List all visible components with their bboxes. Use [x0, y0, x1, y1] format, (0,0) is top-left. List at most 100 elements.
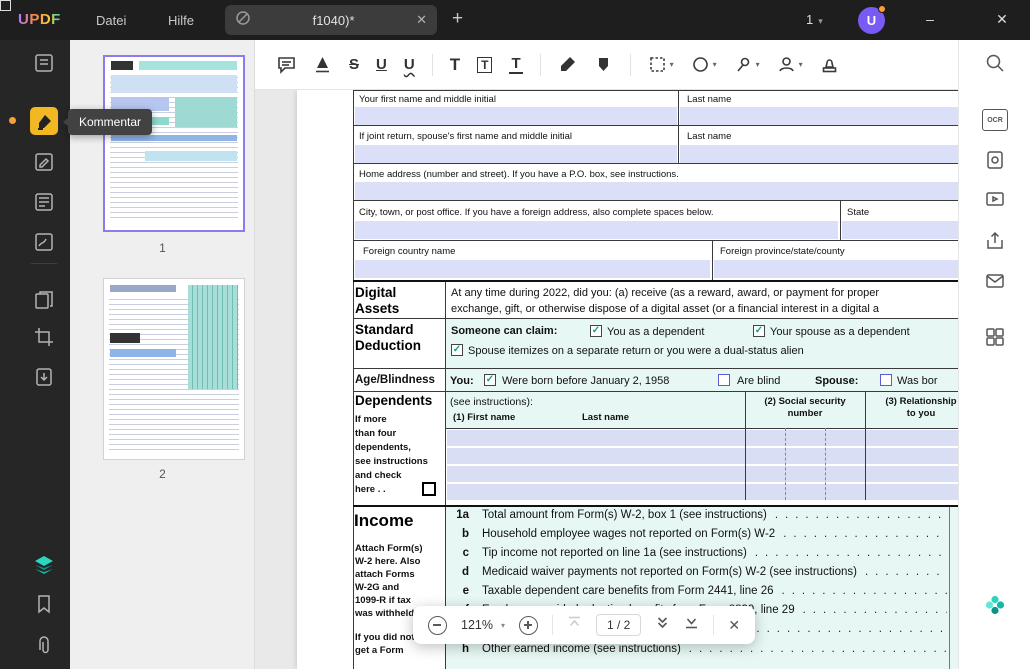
dependent-row-input[interactable]	[447, 430, 958, 446]
new-tab-button[interactable]: +	[452, 8, 463, 30]
home-address-input[interactable]	[355, 182, 958, 200]
typewriter-tool-icon[interactable]: T	[509, 55, 522, 74]
toolbar-divider	[630, 54, 631, 76]
checkbox-spouse-born[interactable]	[880, 374, 892, 386]
strikethrough-icon[interactable]: S	[349, 56, 359, 73]
dot-leader: ........................................…	[689, 643, 947, 655]
line-text: Total amount from Form(s) W-2, box 1 (se…	[482, 509, 767, 521]
last-name-input[interactable]	[680, 107, 958, 125]
scroll-to-bottom-button[interactable]	[684, 615, 699, 635]
checkbox-you-dependent[interactable]: ✓	[590, 325, 602, 337]
squiggly-underline-icon[interactable]: U	[404, 56, 415, 73]
dependent-row-input[interactable]	[447, 466, 958, 482]
zoom-out-button[interactable]	[428, 616, 447, 635]
chevron-down-icon[interactable]: ▾	[501, 621, 505, 630]
updf-logo: UPDF	[18, 11, 61, 28]
thumbnail-decoration	[111, 135, 237, 141]
foreign-province-input[interactable]	[714, 260, 958, 278]
zoom-in-button[interactable]	[519, 616, 538, 635]
edit-icon[interactable]	[33, 151, 55, 173]
menu-datei[interactable]: Datei	[96, 13, 126, 28]
thumbnail-decoration	[139, 61, 237, 70]
city-input[interactable]	[355, 221, 838, 239]
menu-hilfe[interactable]: Hilfe	[168, 13, 194, 28]
sticky-note-icon[interactable]	[33, 52, 55, 74]
underline-icon[interactable]: U	[376, 56, 387, 73]
apps-grid-icon[interactable]	[984, 326, 1006, 348]
state-input[interactable]	[842, 221, 958, 239]
checkbox-spouse-dependent[interactable]: ✓	[753, 325, 765, 337]
field-label: State	[847, 207, 869, 218]
checkbox-spouse-itemizes[interactable]: ✓	[451, 344, 463, 356]
right-toolbar: OCR	[958, 40, 1030, 669]
crop-icon[interactable]	[33, 326, 55, 348]
form-line	[353, 90, 958, 91]
stamp-tool-icon[interactable]	[820, 55, 839, 74]
dependent-row-input[interactable]	[447, 484, 958, 500]
comment-icon[interactable]	[30, 107, 58, 135]
document-tab[interactable]: f1040)* ✕	[225, 5, 437, 35]
checkbox-more-than-four-dependents[interactable]	[422, 482, 436, 496]
checkbox-label: You as a dependent	[607, 326, 704, 338]
fill-sign-icon[interactable]	[33, 231, 55, 253]
digital-assets-text: exchange, gift, or otherwise dispose of …	[451, 303, 879, 315]
page-thumbnail-1[interactable]	[103, 55, 245, 232]
slideshow-icon[interactable]	[984, 189, 1006, 211]
comment-tool-icon[interactable]	[277, 55, 296, 74]
attachment-icon[interactable]	[33, 634, 55, 656]
scan-icon[interactable]	[984, 149, 1006, 171]
double-chevron-down-icon[interactable]	[655, 615, 670, 635]
pen-tool-icon[interactable]	[558, 55, 577, 74]
form-line	[865, 392, 866, 500]
active-tool-indicator	[9, 117, 16, 124]
window-minimize-button[interactable]: –	[920, 11, 940, 27]
text-box-tool-icon[interactable]: T	[477, 57, 492, 73]
line-number: c	[449, 547, 469, 559]
ocr-icon[interactable]: OCR	[982, 109, 1008, 131]
window-maximize-button[interactable]	[0, 0, 11, 11]
foreign-country-input[interactable]	[355, 260, 710, 278]
ai-assistant-icon[interactable]	[984, 594, 1006, 616]
signature-tool-icon[interactable]: ▾	[777, 55, 803, 74]
first-name-input[interactable]	[355, 107, 677, 125]
zoom-level[interactable]: 121%	[461, 618, 493, 632]
share-icon[interactable]	[984, 230, 1006, 252]
spouse-last-name-input[interactable]	[680, 145, 958, 163]
page-indicator[interactable]: 1 / 2	[596, 614, 641, 636]
organize-pages-icon[interactable]	[33, 289, 55, 311]
page-thumbnail-2[interactable]	[103, 278, 245, 460]
income-line-c: c Tip income not reported on line 1a (se…	[449, 547, 947, 559]
select-area-tool-icon[interactable]: ▾	[648, 55, 674, 74]
marker-tool-icon[interactable]	[594, 55, 613, 74]
checkbox-are-blind[interactable]	[718, 374, 730, 386]
pin-tool-icon[interactable]: ▾	[734, 55, 760, 74]
pdf-viewer[interactable]: Your first name and middle initial Last …	[255, 90, 958, 669]
dependent-row-input[interactable]	[447, 448, 958, 464]
bookmark-icon[interactable]	[33, 593, 55, 615]
tab-close-icon[interactable]: ✕	[416, 12, 427, 28]
dependents-col2-header: (2) Social security number	[745, 396, 865, 420]
checkbox-born-before-1958[interactable]: ✓	[484, 374, 496, 386]
scroll-to-top-button[interactable]	[567, 615, 582, 635]
dot-leader: ........................................…	[775, 509, 947, 521]
text-tool-icon[interactable]: T	[450, 55, 460, 75]
extract-icon[interactable]	[33, 366, 55, 388]
avatar-status-dot	[878, 5, 886, 13]
window-close-button[interactable]: ✕	[992, 11, 1012, 28]
highlighter-icon[interactable]	[313, 55, 332, 74]
annotation-count-dropdown[interactable]: 1▾	[806, 12, 823, 27]
spouse-first-name-input[interactable]	[355, 145, 677, 163]
close-zoombar-button[interactable]: ✕	[728, 617, 740, 634]
toolbar-divider	[540, 54, 541, 76]
checkbox-label: Spouse itemizes on a separate return or …	[468, 345, 804, 357]
reader-icon[interactable]	[33, 191, 55, 213]
mail-icon[interactable]	[984, 270, 1006, 292]
field-label: City, town, or post office. If you have …	[359, 207, 714, 218]
field-label: Home address (number and street). If you…	[359, 169, 679, 180]
layers-icon[interactable]	[33, 553, 55, 575]
chevron-down-icon: ▾	[818, 16, 823, 26]
dependents-see-instructions: (see instructions):	[450, 396, 533, 408]
shape-tool-icon[interactable]: ▾	[691, 55, 717, 74]
search-icon[interactable]	[984, 52, 1006, 74]
age-spouse-label: Spouse:	[815, 375, 858, 387]
